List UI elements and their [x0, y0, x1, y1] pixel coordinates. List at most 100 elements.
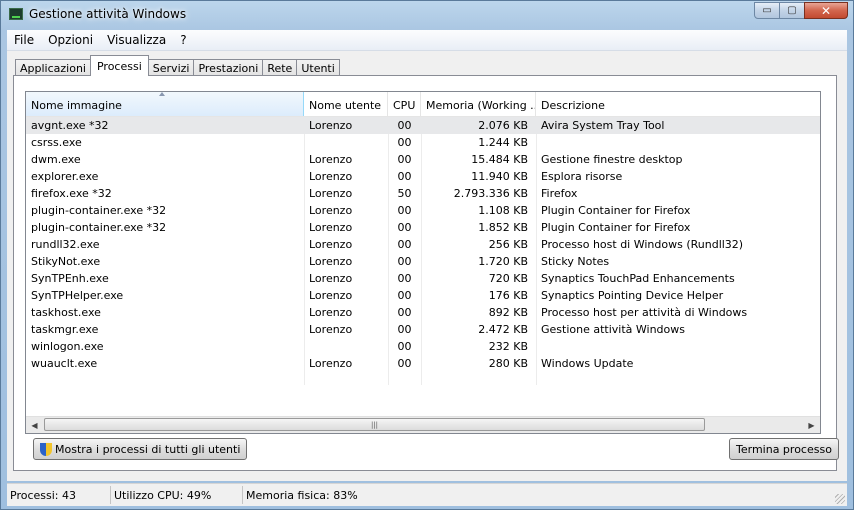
table-row[interactable]: SynTPHelper.exe Lorenzo 00 176 KB Synaptics … — [26, 287, 820, 304]
end-process-button[interactable]: Termina processo — [729, 438, 839, 460]
table-row[interactable]: dwm.exe Lorenzo 00 15.484 KB Gestione finest… — [26, 151, 820, 168]
menu-view[interactable]: Visualizza — [100, 33, 173, 47]
end-process-label: Termina processo — [736, 442, 832, 456]
menu-help[interactable]: ? — [173, 33, 193, 47]
row-image-name: avgnt.exe *32 — [31, 119, 109, 132]
process-list[interactable]: Nome immagine Nome utente CPU Memoria (W… — [25, 91, 821, 434]
row-user-name: Lorenzo — [309, 204, 353, 217]
row-memory: 11.940 KB — [471, 170, 528, 183]
table-row[interactable]: plugin-container.exe *32 Lorenzo 00 1.108 K… — [26, 202, 820, 219]
row-cpu: 00 — [397, 272, 412, 285]
row-user-name: Lorenzo — [309, 238, 353, 251]
row-cpu: 50 — [397, 187, 412, 200]
list-body: avgnt.exe *32 Lorenzo 00 2.076 KB Avira Syst… — [26, 117, 820, 387]
task-manager-icon — [9, 8, 23, 20]
row-memory: 1.244 KB — [478, 136, 528, 149]
table-row[interactable]: taskmgr.exe Lorenzo 00 2.472 KB Gestione att… — [26, 321, 820, 338]
table-row[interactable]: csrss.exe 00 1.244 KB — [26, 134, 820, 151]
row-description: Gestione attività Windows — [541, 323, 685, 336]
close-icon: ✕ — [820, 3, 832, 18]
row-cpu: 00 — [397, 289, 412, 302]
tab-processes[interactable]: Processi — [89, 55, 149, 76]
task-manager-window: Gestione attività Windows ▭ ▢ ✕ File Opz… — [0, 0, 854, 510]
list-header: Nome immagine Nome utente CPU Memoria (W… — [26, 92, 820, 117]
table-row[interactable]: winlogon.exe 00 232 KB — [26, 338, 820, 355]
column-label: Nome utente — [309, 99, 382, 112]
row-description: Synaptics Pointing Device Helper — [541, 289, 724, 302]
grip-icon: ||| — [370, 420, 379, 429]
row-description: Firefox — [541, 187, 578, 200]
row-image-name: wuauclt.exe — [31, 357, 98, 370]
row-memory: 256 KB — [488, 238, 528, 251]
tab-performance[interactable]: Prestazioni — [193, 59, 264, 76]
show-all-label: Mostra i processi di tutti gli utenti — [55, 442, 241, 456]
row-user-name: Lorenzo — [309, 306, 353, 319]
scroll-right-icon[interactable]: ▶ — [803, 417, 820, 433]
status-cpu: Utilizzo CPU: 49% — [111, 486, 243, 504]
row-description: Gestione finestre desktop — [541, 153, 683, 166]
row-memory: 1.852 KB — [478, 221, 528, 234]
table-row[interactable]: taskhost.exe Lorenzo 00 892 KB Processo host… — [26, 304, 820, 321]
row-image-name: taskmgr.exe — [31, 323, 99, 336]
row-description: Esplora risorse — [541, 170, 623, 183]
column-cpu[interactable]: CPU — [388, 92, 421, 116]
column-label: Descrizione — [541, 99, 605, 112]
horizontal-scrollbar[interactable]: ◀ ||| ▶ — [26, 416, 820, 433]
row-memory: 280 KB — [488, 357, 528, 370]
resize-grip-icon[interactable] — [835, 494, 845, 504]
table-row[interactable]: firefox.exe *32 Lorenzo 50 2.793.336 KB Fire… — [26, 185, 820, 202]
table-row[interactable]: explorer.exe Lorenzo 00 11.940 KB Esplora ri… — [26, 168, 820, 185]
row-cpu: 00 — [397, 255, 412, 268]
row-image-name: SynTPEnh.exe — [31, 272, 109, 285]
column-description[interactable]: Descrizione — [536, 92, 820, 116]
row-image-name: explorer.exe — [31, 170, 99, 183]
row-image-name: StikyNot.exe — [31, 255, 101, 268]
maximize-button[interactable]: ▢ — [779, 2, 805, 19]
table-row[interactable]: avgnt.exe *32 Lorenzo 00 2.076 KB Avira Syst… — [26, 117, 820, 134]
row-memory: 15.484 KB — [471, 153, 528, 166]
row-cpu: 00 — [397, 323, 412, 336]
column-user-name[interactable]: Nome utente — [304, 92, 388, 116]
table-row[interactable]: plugin-container.exe *32 Lorenzo 00 1.852 K… — [26, 219, 820, 236]
row-image-name: winlogon.exe — [31, 340, 104, 353]
show-all-processes-button[interactable]: Mostra i processi di tutti gli utenti — [33, 438, 248, 460]
sort-ascending-icon — [159, 92, 165, 96]
tab-network[interactable]: Rete — [262, 59, 298, 76]
row-memory: 176 KB — [488, 289, 528, 302]
row-user-name: Lorenzo — [309, 119, 353, 132]
row-user-name: Lorenzo — [309, 289, 353, 302]
table-row[interactable]: StikyNot.exe Lorenzo 00 1.720 KB Sticky Note… — [26, 253, 820, 270]
column-label: Nome immagine — [31, 99, 122, 112]
tab-users[interactable]: Utenti — [296, 59, 340, 76]
row-memory: 720 KB — [488, 272, 528, 285]
column-image-name[interactable]: Nome immagine — [26, 92, 304, 116]
row-cpu: 00 — [397, 119, 412, 132]
row-cpu: 00 — [397, 153, 412, 166]
row-memory: 1.720 KB — [478, 255, 528, 268]
scroll-left-icon[interactable]: ◀ — [26, 417, 43, 433]
row-user-name: Lorenzo — [309, 323, 353, 336]
client-area: Applicazioni Processi Servizi Prestazion… — [7, 51, 847, 481]
column-label: CPU — [393, 99, 416, 112]
window-title: Gestione attività Windows — [29, 7, 187, 21]
scroll-thumb[interactable]: ||| — [44, 418, 705, 431]
menu-options[interactable]: Opzioni — [41, 33, 100, 47]
row-user-name: Lorenzo — [309, 357, 353, 370]
menu-file[interactable]: File — [7, 33, 41, 47]
row-memory: 892 KB — [488, 306, 528, 319]
table-row[interactable]: wuauclt.exe Lorenzo 00 280 KB Windows Update — [26, 355, 820, 372]
row-cpu: 00 — [397, 170, 412, 183]
title-bar[interactable]: Gestione attività Windows ▭ ▢ ✕ — [1, 1, 853, 29]
minimize-button[interactable]: ▭ — [754, 2, 780, 19]
row-image-name: plugin-container.exe *32 — [31, 204, 167, 217]
column-label: Memoria (Working ... — [426, 99, 536, 112]
tab-applications[interactable]: Applicazioni — [15, 59, 91, 76]
table-row[interactable]: rundll32.exe Lorenzo 00 256 KB Processo host… — [26, 236, 820, 253]
tab-strip: Applicazioni Processi Servizi Prestazion… — [15, 55, 340, 76]
row-user-name: Lorenzo — [309, 187, 353, 200]
close-button[interactable]: ✕ — [804, 2, 848, 19]
tab-services[interactable]: Servizi — [147, 59, 195, 76]
row-user-name: Lorenzo — [309, 153, 353, 166]
table-row[interactable]: SynTPEnh.exe Lorenzo 00 720 KB Synaptics Tou… — [26, 270, 820, 287]
column-memory[interactable]: Memoria (Working ... — [421, 92, 536, 116]
